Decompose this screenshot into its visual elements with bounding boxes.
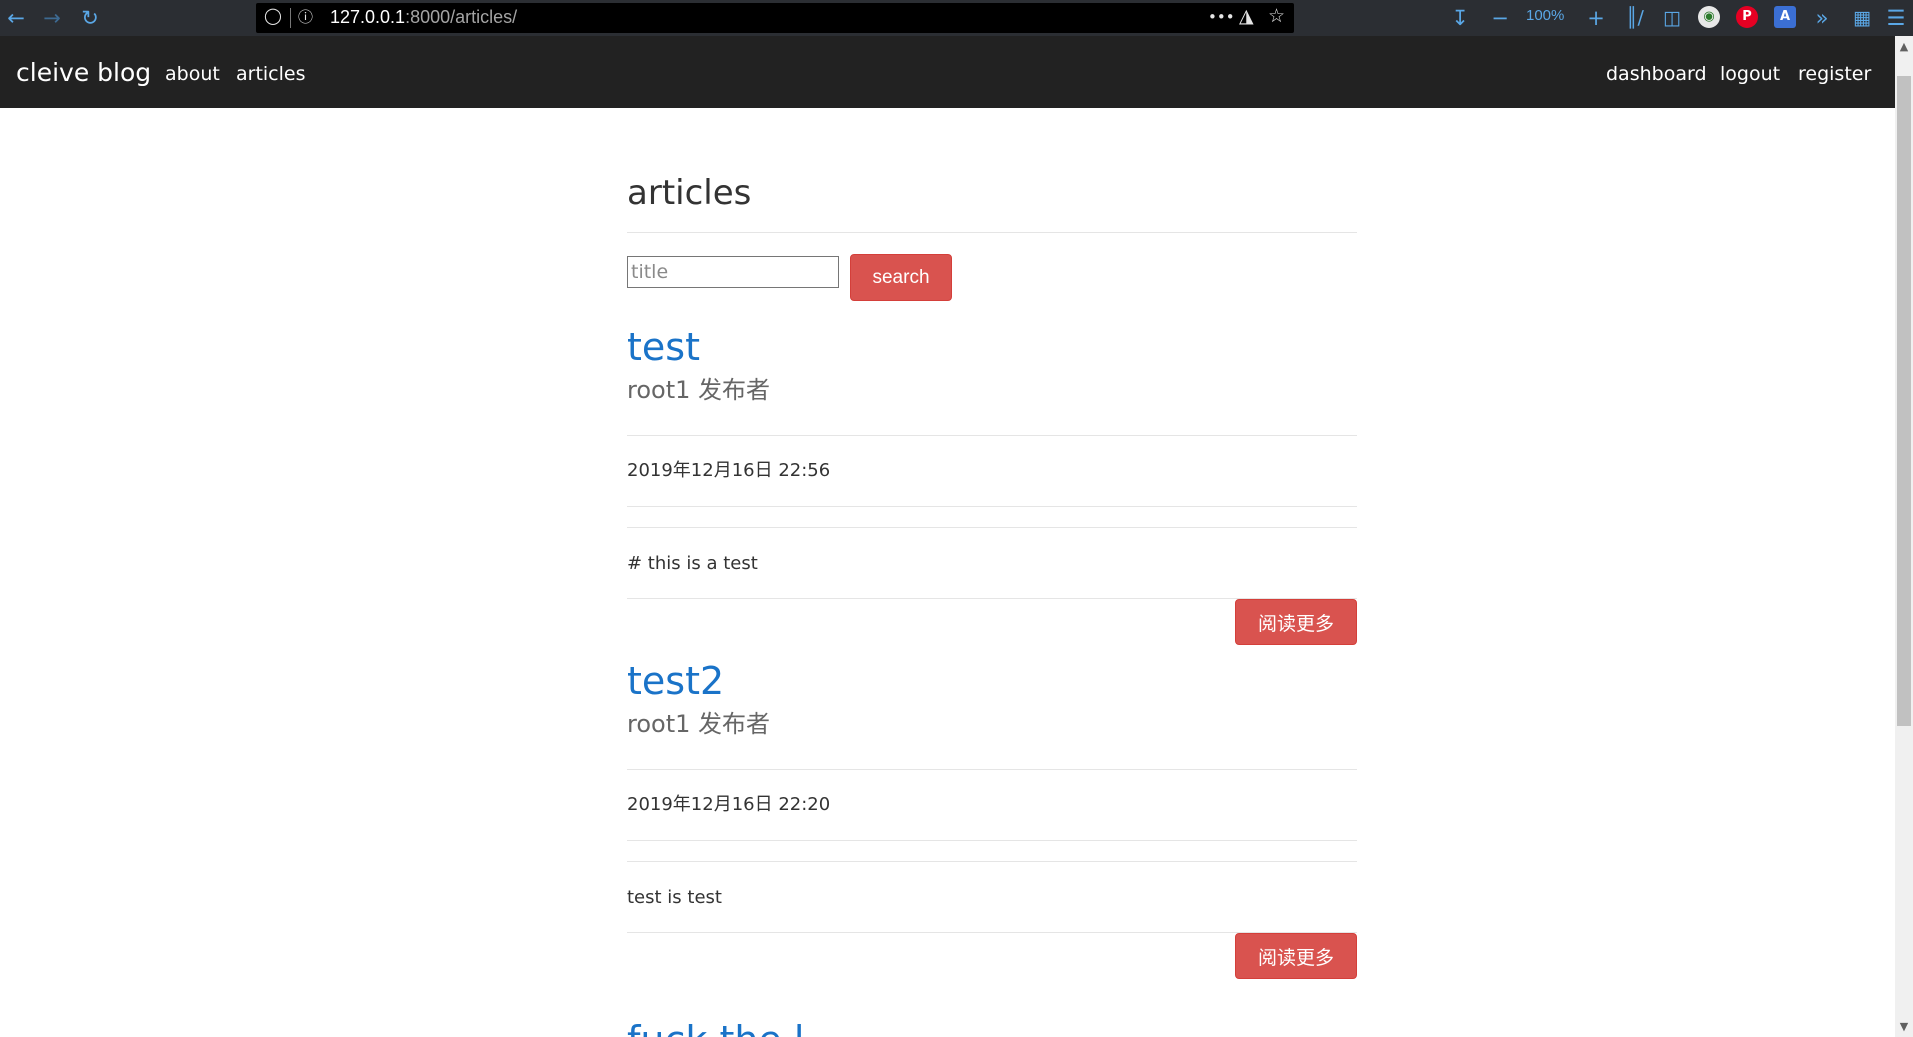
search-input[interactable]	[627, 256, 839, 288]
reload-icon[interactable]: ↻	[78, 5, 102, 31]
scroll-thumb[interactable]	[1897, 76, 1911, 726]
extensions-puzzle-icon[interactable]: ▦	[1850, 5, 1874, 31]
menu-hamburger-icon[interactable]: ☰	[1884, 5, 1908, 31]
site-info-icon[interactable]: ⓘ	[298, 6, 313, 27]
page-actions-icon[interactable]: •••	[1208, 8, 1235, 26]
next-article-title-text: fuck the l	[627, 1024, 804, 1037]
back-arrow-icon[interactable]: ←	[4, 5, 28, 31]
brand-link[interactable]: cleive blog	[16, 58, 151, 87]
url-path: :8000/articles/	[405, 7, 518, 27]
search-button[interactable]: search	[850, 254, 952, 301]
article-title-link[interactable]: test2	[627, 657, 1357, 705]
browser-toolbar: ← → ↻ ◯ ⓘ 127.0.0.1:8000/articles/ ••• ◮…	[0, 0, 1913, 36]
url-separator	[290, 8, 291, 28]
page-scrollbar[interactable]: ▲ ▼	[1895, 36, 1913, 1037]
search-form: search	[627, 233, 1357, 315]
nav-register[interactable]: register	[1798, 63, 1871, 85]
main-content: articles search test root1 发布者 2019年12月1…	[627, 108, 1357, 983]
download-icon[interactable]: ↧	[1448, 5, 1472, 31]
zoom-out-icon[interactable]: −	[1488, 5, 1512, 31]
article-date: 2019年12月16日 22:56	[627, 460, 831, 481]
read-more-button[interactable]: 阅读更多	[1235, 599, 1357, 645]
read-more-row: 阅读更多	[627, 599, 1357, 649]
article-body: # this is a test	[627, 553, 758, 574]
nav-dashboard[interactable]: dashboard	[1606, 63, 1707, 85]
nav-about[interactable]: about	[165, 63, 220, 85]
article-title-link[interactable]: test	[627, 323, 1357, 371]
article-date: 2019年12月16日 22:20	[627, 794, 831, 815]
extension-globe-icon[interactable]: ◉	[1698, 6, 1720, 28]
overflow-chevron-icon[interactable]: »	[1810, 5, 1834, 31]
page-title: articles	[627, 173, 752, 213]
sidebar-icon[interactable]: ◫	[1660, 5, 1684, 31]
bookmark-star-icon[interactable]: ☆	[1268, 5, 1285, 27]
article-card: test root1 发布者 2019年12月16日 22:56 # this …	[627, 323, 1357, 649]
scroll-up-arrow-icon[interactable]: ▲	[1895, 40, 1913, 53]
article-author: root1 发布者	[627, 710, 771, 738]
article-body: test is test	[627, 887, 722, 908]
url-bar[interactable]: ◯ ⓘ 127.0.0.1:8000/articles/ ••• ◮ ☆	[256, 3, 1294, 33]
article-author: root1 发布者	[627, 376, 771, 404]
next-article-title-link[interactable]: fuck the l	[627, 1024, 804, 1037]
pocket-icon[interactable]: ◮	[1239, 5, 1254, 27]
site-navbar: cleive blog about articles dashboard log…	[0, 36, 1895, 108]
library-icon[interactable]: ║∕	[1622, 5, 1648, 31]
url-text[interactable]: 127.0.0.1:8000/articles/	[330, 7, 517, 28]
tracking-shield-icon[interactable]: ◯	[264, 6, 282, 25]
forward-arrow-icon[interactable]: →	[40, 5, 64, 31]
scroll-down-arrow-icon[interactable]: ▼	[1895, 1020, 1913, 1033]
zoom-level[interactable]: 100%	[1526, 7, 1564, 24]
nav-articles[interactable]: articles	[236, 63, 306, 85]
translate-icon[interactable]: A	[1774, 6, 1796, 28]
read-more-row: 阅读更多	[627, 933, 1357, 983]
zoom-in-icon[interactable]: +	[1584, 5, 1608, 31]
nav-logout[interactable]: logout	[1720, 63, 1780, 85]
read-more-button[interactable]: 阅读更多	[1235, 933, 1357, 979]
url-host: 127.0.0.1	[330, 7, 406, 27]
pinterest-icon[interactable]: P	[1736, 6, 1758, 28]
article-card: test2 root1 发布者 2019年12月16日 22:20 test i…	[627, 657, 1357, 983]
